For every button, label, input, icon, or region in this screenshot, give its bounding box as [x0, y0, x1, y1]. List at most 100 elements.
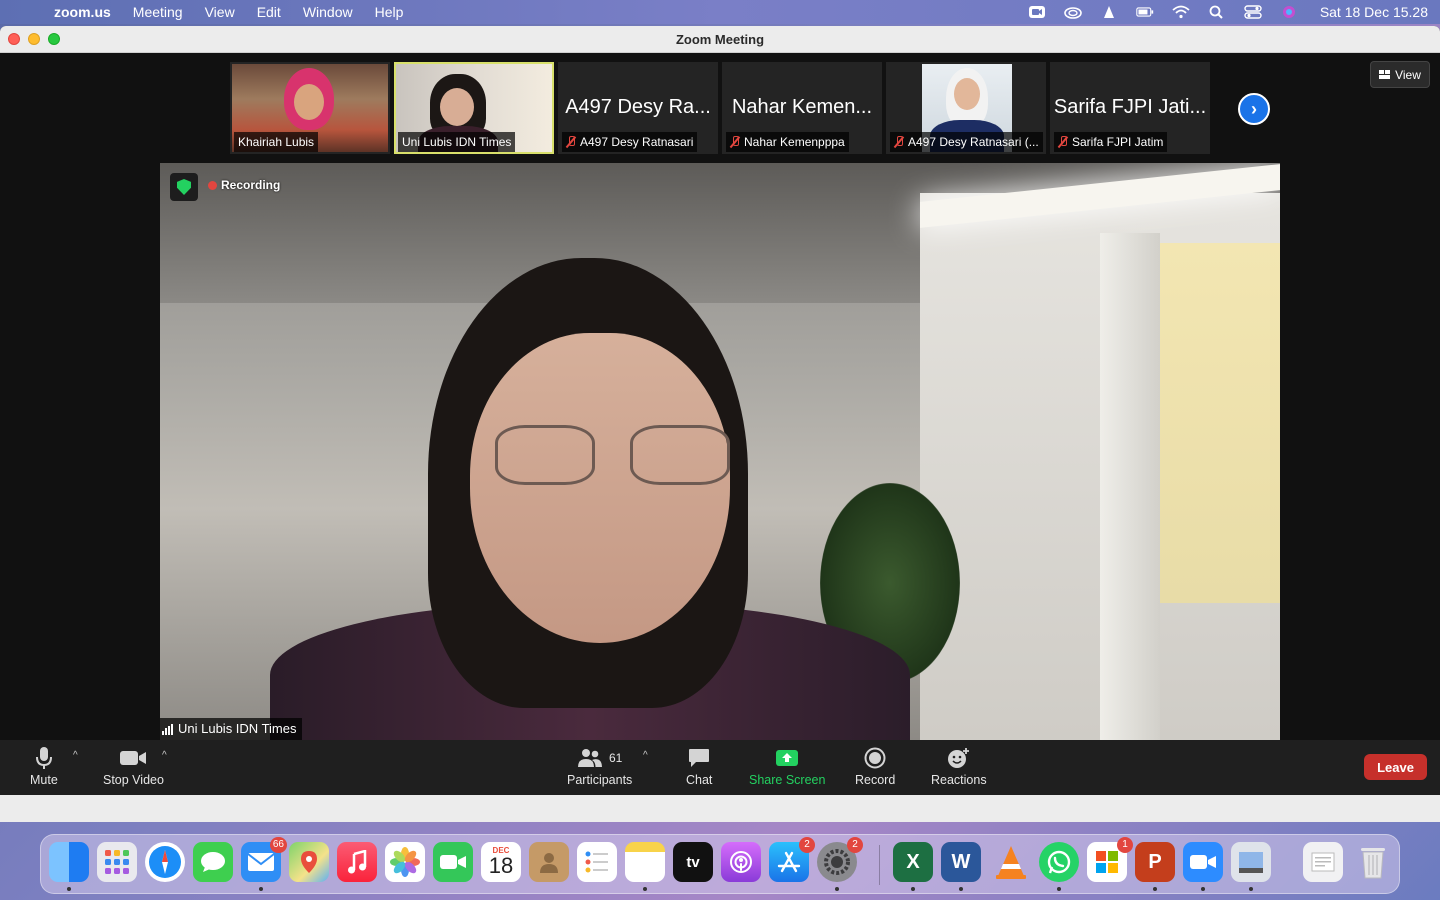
record-icon [864, 746, 886, 770]
participant-strip: Khairiah Lubis Uni Lubis IDN Times A497 … [230, 62, 1210, 154]
documents-folder-icon[interactable] [1303, 842, 1343, 882]
mail-icon[interactable]: 66 [241, 837, 287, 891]
menu-view[interactable]: View [205, 4, 235, 20]
contacts-icon[interactable] [529, 842, 569, 882]
share-screen-label: Share Screen [749, 773, 826, 787]
notes-icon[interactable] [625, 842, 665, 891]
participant-tile[interactable]: Khairiah Lubis [230, 62, 390, 154]
vlc-icon[interactable] [991, 842, 1031, 882]
muted-mic-icon [566, 136, 576, 148]
gallery-view-icon [1379, 70, 1391, 79]
record-button[interactable]: Record [855, 746, 895, 787]
preview-icon[interactable] [1231, 842, 1271, 891]
creative-cloud-icon[interactable] [1064, 5, 1082, 19]
appstore-icon[interactable]: 2 [769, 837, 815, 882]
participant-name: A497 Desy Ratnasari [580, 135, 694, 149]
share-screen-button[interactable]: Share Screen [749, 746, 825, 787]
meeting-security-badge[interactable] [170, 173, 198, 201]
control-center-icon[interactable] [1244, 5, 1262, 19]
minimize-window-button[interactable] [28, 33, 40, 45]
photos-icon[interactable] [385, 842, 425, 882]
podcasts-icon[interactable] [721, 842, 761, 882]
menu-app-name[interactable]: zoom.us [54, 4, 111, 20]
participant-tile[interactable]: Nahar Kemen... Nahar Kemenpppa [722, 62, 882, 154]
reactions-button[interactable]: Reactions [931, 746, 987, 787]
meeting-content: Khairiah Lubis Uni Lubis IDN Times A497 … [0, 53, 1440, 822]
siri-icon[interactable] [1280, 5, 1298, 19]
participants-label: Participants [567, 773, 633, 787]
messages-icon[interactable] [193, 842, 233, 882]
participants-options-caret-icon[interactable]: ^ [643, 750, 648, 761]
maximize-window-button[interactable] [48, 33, 60, 45]
system-preferences-badge: 2 [847, 837, 863, 853]
launchpad-icon[interactable] [97, 842, 137, 882]
video-options-caret-icon[interactable]: ^ [162, 750, 167, 761]
dock: 66 DEC 18 tv 2 2 X W 1 P [40, 834, 1400, 894]
menu-edit[interactable]: Edit [257, 4, 281, 20]
excel-letter: X [906, 850, 920, 873]
participants-icon: 61 [577, 746, 622, 770]
microphone-icon [34, 746, 54, 770]
stop-video-button[interactable]: Stop Video [103, 746, 164, 787]
maps-icon[interactable] [289, 842, 329, 882]
connection-signal-icon [162, 723, 173, 735]
zoom-window: Zoom Meeting Khairiah Lubis Uni Lubis ID… [0, 26, 1440, 822]
participant-name-tag: A497 Desy Ratnasari [562, 132, 698, 152]
chat-bubble-icon [688, 746, 710, 770]
powerpoint-icon[interactable]: P [1135, 842, 1175, 891]
word-icon[interactable]: W [941, 842, 981, 891]
system-preferences-icon[interactable]: 2 [817, 837, 863, 891]
participant-name: Nahar Kemenpppa [744, 135, 845, 149]
participant-tile-active-speaker[interactable]: Uni Lubis IDN Times [394, 62, 554, 154]
menu-window[interactable]: Window [303, 4, 353, 20]
vlc-menubar-icon[interactable] [1100, 5, 1118, 19]
speaker-name: Uni Lubis IDN Times [178, 721, 297, 736]
microsoft-office-badge: 1 [1117, 837, 1133, 853]
participants-button[interactable]: 61 Participants [567, 746, 632, 787]
chat-label: Chat [686, 773, 713, 787]
leave-button[interactable]: Leave [1364, 754, 1427, 780]
stop-video-label: Stop Video [103, 773, 164, 787]
menu-meeting[interactable]: Meeting [133, 4, 183, 20]
participant-tile[interactable]: A497 Desy Ra... A497 Desy Ratnasari [558, 62, 718, 154]
participant-name: A497 Desy Ratnasari (... [908, 135, 1039, 149]
calendar-icon[interactable]: DEC 18 [481, 842, 521, 882]
next-page-arrow-icon[interactable]: › [1238, 93, 1270, 125]
muted-mic-icon [730, 136, 740, 148]
speaker-name-tag: Uni Lubis IDN Times [160, 718, 303, 740]
appletv-icon[interactable]: tv [673, 842, 713, 882]
spotlight-icon[interactable] [1208, 5, 1226, 19]
participant-tile[interactable]: Sarifa FJPI Jati... Sarifa FJPI Jatim [1050, 62, 1210, 154]
whatsapp-icon[interactable] [1039, 842, 1079, 891]
word-letter: W [951, 850, 971, 873]
powerpoint-letter: P [1148, 850, 1162, 873]
chat-button[interactable]: Chat [686, 746, 712, 787]
close-window-button[interactable] [8, 33, 20, 45]
view-button[interactable]: View [1370, 61, 1430, 88]
participant-name: Khairiah Lubis [238, 135, 315, 149]
menubar-clock[interactable]: Sat 18 Dec 15.28 [1320, 4, 1428, 20]
menu-help[interactable]: Help [375, 4, 404, 20]
recording-indicator[interactable]: Recording [208, 178, 280, 192]
safari-icon[interactable] [145, 842, 185, 882]
audio-options-caret-icon[interactable]: ^ [73, 750, 78, 761]
excel-icon[interactable]: X [893, 842, 933, 891]
mute-button[interactable]: Mute [30, 746, 58, 787]
battery-icon[interactable] [1136, 5, 1154, 19]
facetime-icon[interactable] [433, 842, 473, 882]
music-icon[interactable] [337, 842, 377, 882]
finder-icon[interactable] [49, 842, 89, 891]
participant-tile[interactable]: A497 Desy Ratnasari (... [886, 62, 1046, 154]
zoom-status-icon[interactable] [1028, 5, 1046, 19]
background-app-window [0, 795, 1440, 822]
participant-display-name: A497 Desy Ra... [565, 96, 711, 118]
participant-display-name: Nahar Kemen... [731, 96, 873, 118]
mail-badge: 66 [269, 837, 287, 853]
microsoft-office-icon[interactable]: 1 [1087, 837, 1133, 882]
trash-icon[interactable] [1353, 842, 1393, 882]
zoom-icon[interactable] [1183, 842, 1223, 891]
wifi-icon[interactable] [1172, 5, 1190, 19]
reminders-icon[interactable] [577, 842, 617, 882]
appstore-badge: 2 [799, 837, 815, 853]
active-speaker-video[interactable]: Recording Uni Lubis IDN Times [160, 163, 1280, 740]
